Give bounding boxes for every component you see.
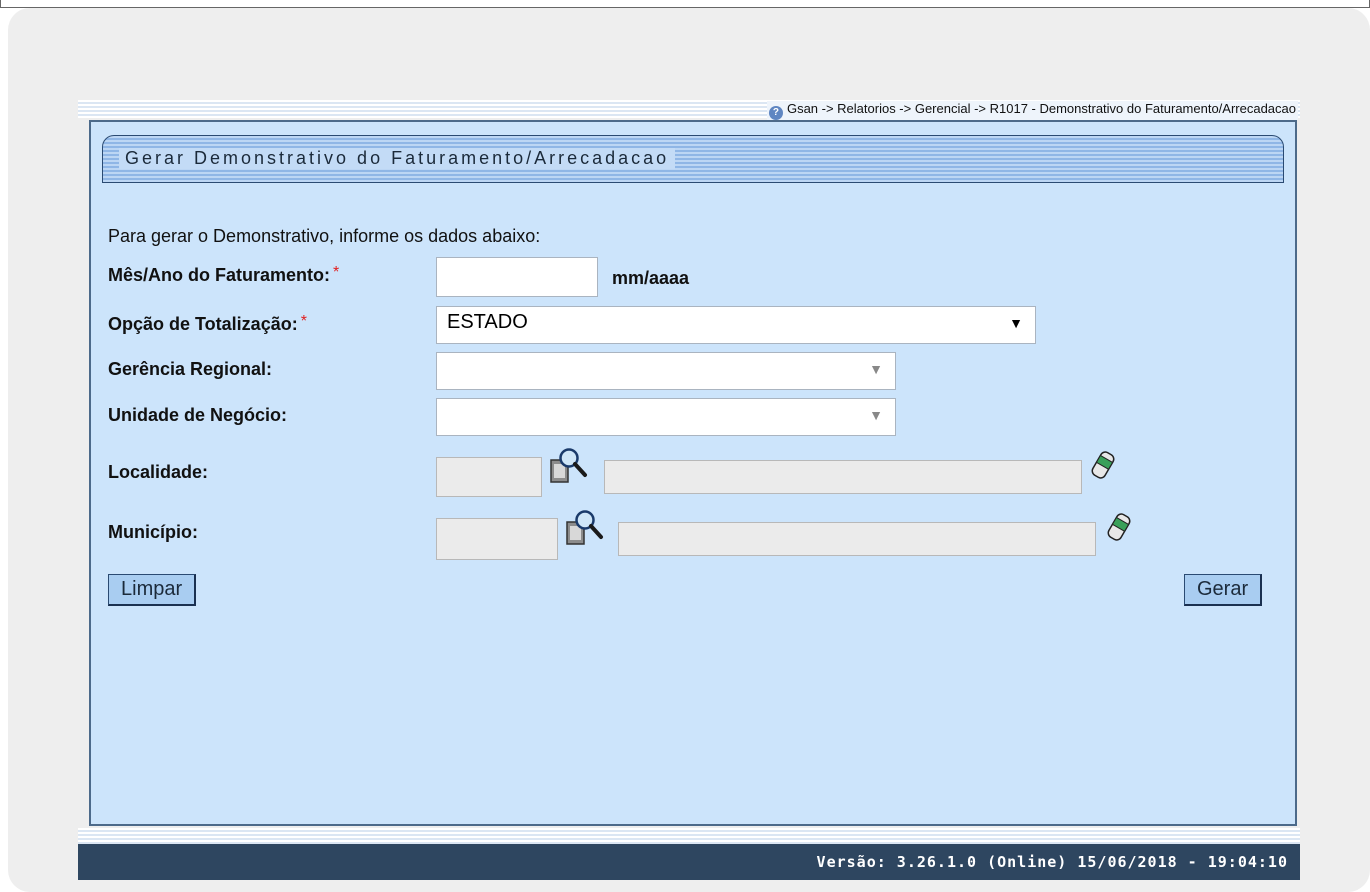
magnifier-icon[interactable] xyxy=(548,446,588,486)
localidade-label: Localidade: xyxy=(108,462,209,482)
breadcrumb-text: Gsan -> Relatorios -> Gerencial -> R1017… xyxy=(786,101,1296,116)
unidade-select[interactable]: ▼ xyxy=(436,398,896,436)
chevron-down-icon: ▼ xyxy=(1009,315,1023,331)
unidade-label: Unidade de Negócio: xyxy=(108,405,288,425)
opcao-label-text: Opção de Totalização: xyxy=(108,314,298,334)
gerencia-label: Gerência Regional: xyxy=(108,359,273,379)
version-text: Versão: 3.26.1.0 (Online) 15/06/2018 - 1… xyxy=(816,853,1288,871)
eraser-icon[interactable] xyxy=(1106,512,1132,542)
required-marker: * xyxy=(300,313,307,330)
required-marker: * xyxy=(333,264,340,281)
mes-ano-label: Mês/Ano do Faturamento: * xyxy=(108,264,339,286)
municipio-code-input[interactable] xyxy=(436,518,558,560)
breadcrumb: ? Gsan -> Relatorios -> Gerencial -> R101… xyxy=(766,101,1298,120)
footer: Versão: 3.26.1.0 (Online) 15/06/2018 - 1… xyxy=(78,844,1300,880)
help-icon[interactable]: ? xyxy=(768,106,783,120)
chevron-down-icon: ▼ xyxy=(869,361,883,377)
mes-ano-label-text: Mês/Ano do Faturamento: xyxy=(108,265,331,285)
opcao-select[interactable]: ESTADO ▼ xyxy=(436,306,1036,344)
bottom-strip xyxy=(78,828,1300,844)
opcao-selected-value: ESTADO xyxy=(447,311,528,333)
gerar-button[interactable]: Gerar xyxy=(1184,574,1263,606)
municipio-label: Município: xyxy=(108,522,198,542)
localidade-code-input[interactable] xyxy=(436,457,542,497)
mes-ano-input[interactable] xyxy=(436,257,598,297)
limpar-button[interactable]: Limpar xyxy=(108,574,197,606)
opcao-label: Opção de Totalização: * xyxy=(108,313,307,335)
magnifier-icon[interactable] xyxy=(564,508,604,548)
title-bar: Gerar Demonstrativo do Faturamento/Arrec… xyxy=(102,135,1284,183)
eraser-icon[interactable] xyxy=(1090,450,1116,480)
instructions-text: Para gerar o Demonstrativo, informe os d… xyxy=(108,226,541,246)
window-top-border xyxy=(0,0,1370,8)
municipio-description-input xyxy=(618,522,1096,556)
page-title: Gerar Demonstrativo do Faturamento/Arrec… xyxy=(119,148,676,169)
mes-ano-hint: mm/aaaa xyxy=(612,268,690,288)
chevron-down-icon: ▼ xyxy=(869,407,883,423)
gerencia-select[interactable]: ▼ xyxy=(436,352,896,390)
localidade-description-input xyxy=(604,460,1082,494)
